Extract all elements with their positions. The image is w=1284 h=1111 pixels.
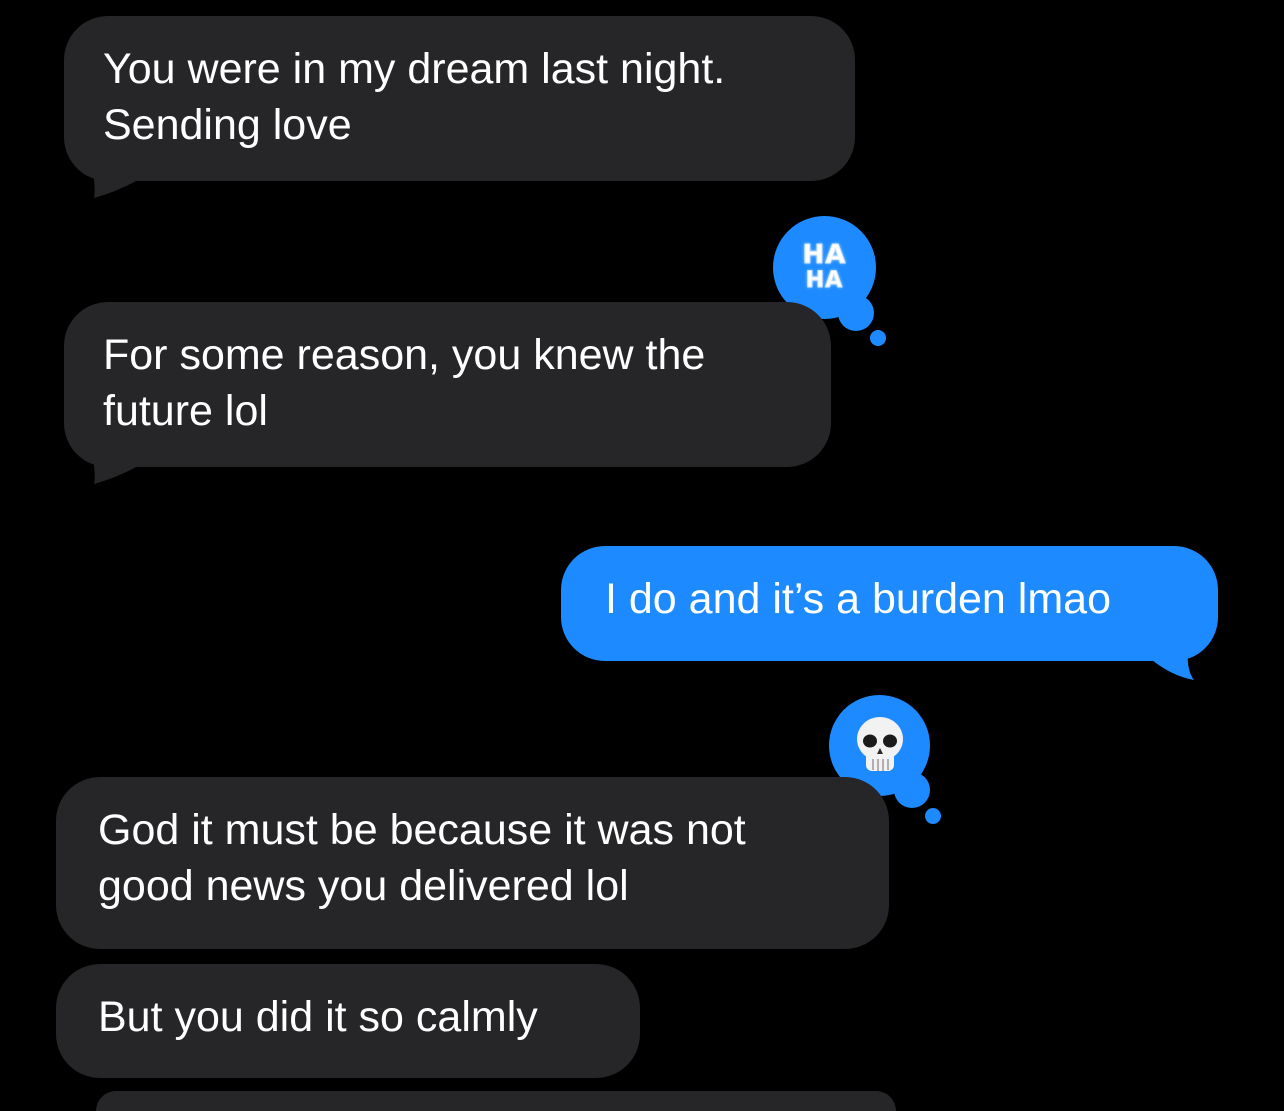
received-message-bubble[interactable]: For some reason, you knew the future lol bbox=[64, 302, 831, 467]
received-message-bubble[interactable]: But you did it so calmly bbox=[56, 964, 640, 1078]
next-message-bubble-edge bbox=[96, 1091, 896, 1111]
tapback-bubble-dot-small bbox=[925, 808, 941, 824]
tapback-bubble-dot-large bbox=[894, 772, 930, 808]
sent-message-bubble[interactable]: I do and it’s a burden lmao bbox=[561, 546, 1218, 661]
haha-tapback-label-2: HA bbox=[805, 268, 844, 294]
message-thread: You were in my dream last night. Sending… bbox=[0, 0, 1284, 1111]
bubble-tail bbox=[92, 166, 138, 198]
bubble-tail bbox=[92, 452, 138, 484]
tapback-bubble-dot-small bbox=[870, 330, 886, 346]
haha-tapback-label-1: HA bbox=[802, 240, 847, 271]
skull-icon bbox=[857, 717, 903, 771]
received-message-bubble[interactable]: You were in my dream last night. Sending… bbox=[64, 16, 855, 181]
tapback-bubble-dot-large bbox=[838, 295, 874, 331]
received-message-bubble[interactable]: God it must be because it was not good n… bbox=[56, 777, 889, 949]
bubble-tail bbox=[1152, 646, 1194, 680]
